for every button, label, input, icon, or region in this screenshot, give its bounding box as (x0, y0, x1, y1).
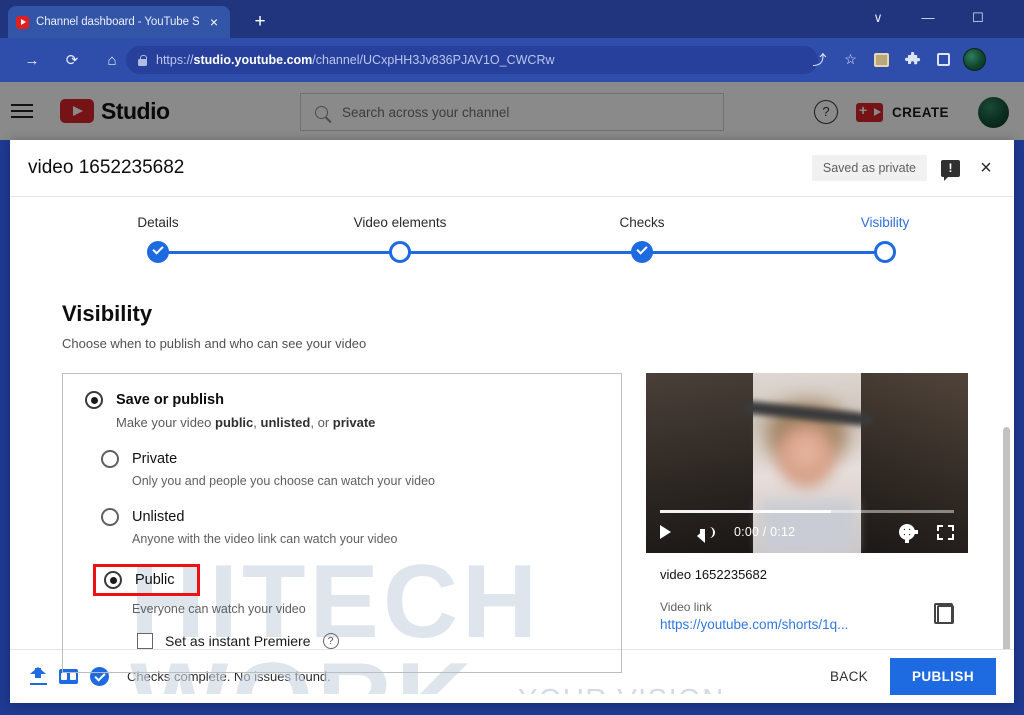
channel-search-input[interactable]: Search across your channel (300, 93, 724, 131)
browser-tab-strip: Channel dashboard - YouTube St × + ∨ — ☐ (0, 0, 1024, 38)
image-extension-icon[interactable] (868, 46, 895, 73)
video-camera-icon (856, 102, 883, 122)
step-label-video-elements[interactable]: Video elements (354, 215, 447, 230)
dialog-title: video 1652235682 (28, 157, 185, 178)
menu-hamburger-icon[interactable] (2, 104, 42, 118)
video-link-url[interactable]: https://youtube.com/shorts/1q... (660, 617, 954, 632)
dialog-scrollbar[interactable] (1003, 427, 1010, 657)
status-badge: Saved as private (811, 155, 927, 181)
stepper-line-2 (400, 251, 642, 254)
account-avatar[interactable] (978, 97, 1009, 128)
page-title: Visibility (62, 301, 153, 326)
studio-brand-label: Studio (101, 97, 170, 124)
address-bar-url: https://studio.youtube.com/channel/UCxpH… (156, 53, 555, 67)
instant-premiere-row[interactable]: Set as instant Premiere ? (137, 633, 621, 649)
browser-window: Channel dashboard - YouTube St × + ∨ — ☐… (0, 0, 1024, 715)
blurred-subject-face (777, 425, 835, 487)
public-option-highlight[interactable]: Public (93, 564, 200, 596)
dialog-body: HITECH WORK YOUR VISION OUR FUTURE Visib… (10, 279, 1014, 694)
address-bar[interactable]: https://studio.youtube.com/channel/UCxpH… (126, 46, 818, 74)
create-button[interactable]: CREATE (856, 96, 949, 128)
forward-button[interactable]: → (18, 46, 46, 74)
sidebar-toggle-icon[interactable] (930, 46, 957, 73)
option-description-private: Only you and people you choose can watch… (132, 474, 435, 488)
radio-unlisted[interactable] (101, 508, 119, 526)
video-player[interactable]: 0:00 / 0:12 (646, 373, 968, 553)
help-circle-icon[interactable]: ? (322, 633, 339, 649)
search-icon (315, 105, 328, 119)
upload-stepper: Details Video elements Checks Visibility (10, 209, 1014, 279)
radio-public[interactable] (104, 571, 122, 589)
player-timestamp: 0:00 / 0:12 (734, 525, 796, 539)
visibility-options-card: Save or publish Make your video public, … (62, 373, 622, 673)
chevron-down-icon[interactable]: ∨ (862, 4, 894, 32)
step-dot-video-elements[interactable] (389, 241, 411, 263)
youtube-play-icon (60, 99, 94, 123)
header-divider (10, 196, 1014, 197)
video-metadata: video 1652235682 Video link https://yout… (646, 553, 968, 632)
volume-icon[interactable] (697, 525, 716, 543)
youtube-favicon-icon (16, 15, 29, 29)
player-progress-bar[interactable] (660, 510, 954, 513)
settings-gear-icon[interactable] (899, 524, 918, 543)
help-icon[interactable]: ? (814, 100, 838, 124)
page-subtitle: Choose when to publish and who can see y… (62, 336, 367, 351)
instant-premiere-label: Set as instant Premiere (165, 633, 311, 649)
step-dot-details[interactable] (147, 241, 169, 263)
extensions-puzzle-icon[interactable] (899, 46, 926, 73)
option-private[interactable]: Private Only you and people you choose c… (101, 450, 621, 488)
upload-status-icon (30, 667, 47, 685)
option-unlisted[interactable]: Unlisted Anyone with the video link can … (101, 508, 621, 546)
browser-tab-title: Channel dashboard - YouTube St (36, 16, 199, 28)
option-label-public: Public (135, 572, 175, 588)
step-label-details[interactable]: Details (137, 215, 178, 230)
option-save-or-publish[interactable]: Save or publish Make your video public, … (63, 391, 621, 430)
radio-private[interactable] (101, 450, 119, 468)
minimize-window-button[interactable]: — (912, 4, 944, 32)
stepper-line-3 (642, 251, 885, 254)
browser-profile-avatar[interactable] (961, 46, 988, 73)
new-tab-button[interactable]: + (248, 10, 272, 34)
share-icon[interactable]: ⤴ (806, 46, 833, 73)
search-placeholder: Search across your channel (342, 104, 510, 120)
option-label-unlisted: Unlisted (132, 509, 185, 525)
player-controls: 0:00 / 0:12 (646, 497, 968, 553)
stepper-line-1 (158, 251, 400, 254)
option-description-unlisted: Anyone with the video link can watch you… (132, 532, 398, 546)
step-label-visibility[interactable]: Visibility (861, 215, 910, 230)
reload-icon[interactable]: ⟳ (58, 46, 86, 74)
video-upload-dialog: video 1652235682 Saved as private ! × De… (10, 140, 1014, 703)
fullscreen-icon[interactable] (937, 524, 954, 540)
radio-save-or-publish[interactable] (85, 391, 103, 409)
video-preview-panel: 0:00 / 0:12 video 1652235682 Video link … (646, 373, 968, 673)
lock-icon (138, 54, 147, 66)
maximize-window-button[interactable]: ☐ (962, 4, 994, 32)
play-button[interactable] (660, 525, 671, 539)
home-icon[interactable]: ⌂ (98, 46, 126, 74)
option-label-private: Private (132, 451, 178, 467)
browser-toolbar-actions: ⤴ ☆ (806, 46, 988, 73)
dialog-header: video 1652235682 Saved as private ! × (10, 140, 1014, 196)
video-link-label: Video link (660, 600, 712, 614)
create-button-label: CREATE (892, 104, 949, 120)
option-label-save-or-publish: Save or publish (116, 392, 224, 408)
browser-tab[interactable]: Channel dashboard - YouTube St × (8, 6, 230, 38)
copy-icon[interactable] (934, 603, 954, 624)
option-description-public: Everyone can watch your video (132, 602, 306, 616)
step-label-checks[interactable]: Checks (619, 215, 664, 230)
close-dialog-button[interactable]: × (974, 158, 998, 178)
close-tab-icon[interactable]: × (206, 14, 222, 30)
step-dot-checks[interactable] (631, 241, 653, 263)
checkbox-instant-premiere[interactable] (137, 633, 153, 649)
preview-video-title: video 1652235682 (660, 567, 767, 582)
send-feedback-icon[interactable]: ! (941, 159, 960, 181)
option-public[interactable]: Public Everyone can watch your video Set… (93, 564, 621, 649)
step-dot-visibility[interactable] (874, 241, 896, 263)
option-description-save-or-publish: Make your video public, unlisted, or pri… (116, 415, 376, 430)
youtube-studio-logo[interactable]: Studio (60, 98, 170, 125)
bookmark-star-icon[interactable]: ☆ (837, 46, 864, 73)
